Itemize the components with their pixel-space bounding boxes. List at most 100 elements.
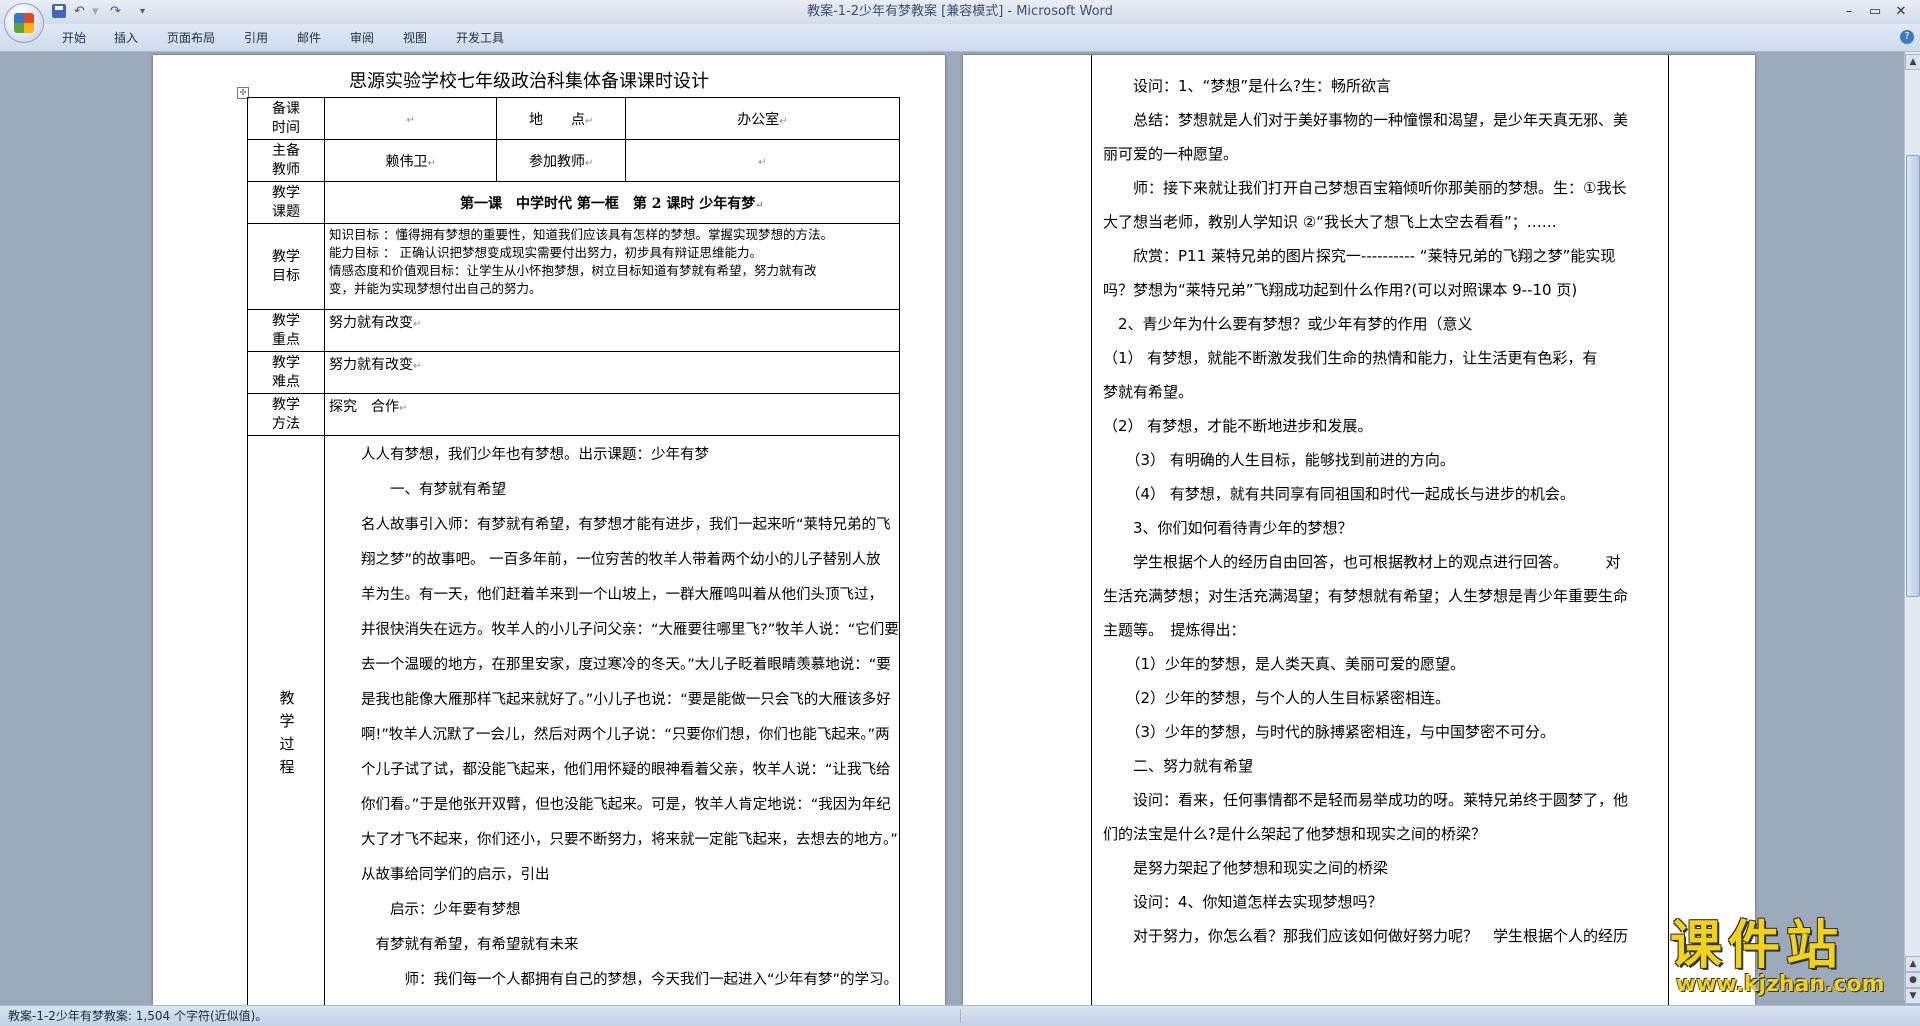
participants-value[interactable]: ↵ — [625, 139, 900, 182]
prep-time-value[interactable]: ↵ — [323, 97, 498, 140]
text-line: 设问：4、你知道怎样去实现梦想吗？ — [1103, 893, 1383, 911]
text-line: （1）少年的梦想，是人类天真、美丽可爱的愿望。 — [1103, 655, 1466, 673]
lesson-plan-table: 备课 时间 ↵ 地 点↵ 办公室↵ 主备 教师 赖伟卫↵ 参加教师↵ ↵ 教学 … — [247, 97, 900, 1005]
text-line: 对于努力，你怎么看？那我们应该如何做好努力呢？ 学生根据个人的经历 — [1103, 927, 1629, 945]
table-row: 备课 时间 ↵ 地 点↵ 办公室↵ — [247, 97, 900, 140]
window-controls: – ▭ ✕ — [1836, 0, 1914, 24]
cell-text: 努力就有改变 — [329, 357, 413, 373]
text-line: 2、青少年为什么要有梦想？或少年有梦的作用（意义 — [1103, 315, 1473, 333]
close-button[interactable]: ✕ — [1888, 2, 1914, 24]
method-label: 教学 方法 — [247, 393, 325, 436]
cell-text: 教学过程 — [277, 689, 296, 782]
status-word-count[interactable]: 教案-1-2少年有梦教案: 1,504 个字符(近似值)。 — [8, 1009, 267, 1023]
paragraph-mark-icon: ↵ — [758, 156, 767, 168]
cell-text: 地 点 — [528, 111, 585, 128]
goals-label: 教学 目标 — [247, 223, 325, 310]
help-icon[interactable]: ? — [1900, 30, 1914, 44]
difficulty-value[interactable]: 努力就有改变↵ — [324, 351, 900, 394]
previous-page-icon[interactable]: ▲ — [1905, 956, 1920, 972]
process-line: 有梦就有希望，有希望就有未来 — [361, 937, 579, 953]
text-line: 们的法宝是什么?是什么架起了他梦想和现实之间的桥梁？ — [1103, 825, 1486, 843]
text-line: 欣赏：P11 莱特兄弟的图片探究一---------- “莱特兄弟的飞翔之梦”能… — [1103, 247, 1616, 265]
cell-text: 备课 时间 — [272, 100, 300, 136]
maximize-button[interactable]: ▭ — [1862, 2, 1888, 24]
tab-mailings[interactable]: 邮件 — [297, 30, 321, 46]
key-points-value[interactable]: 努力就有改变↵ — [324, 309, 900, 352]
cell-text: 参加教师 — [528, 153, 585, 170]
scrollbar-thumb[interactable] — [1906, 155, 1920, 597]
text-line: 大了想当老师，教别人学知识 ②“我长大了想飞上太空去看看”；…… — [1103, 213, 1557, 231]
tab-review[interactable]: 审阅 — [350, 30, 374, 46]
paragraph-mark-icon: ↵ — [779, 115, 788, 127]
goals-value[interactable]: 知识目标 ：懂得拥有梦想的重要性，知道我们应该具有怎样的梦想。掌握实现梦想的方法… — [324, 223, 900, 310]
cell-text: 赖伟卫 — [385, 153, 428, 170]
process-line: 你们看。”于是他张开双臂，但也没能飞起来。可是，牧羊人肯定地说：“我因为年纪 — [361, 797, 891, 813]
paragraph-mark-icon: ↵ — [399, 403, 408, 414]
tab-page-layout[interactable]: 页面布局 — [167, 30, 215, 46]
cell-text: 努力就有改变 — [329, 315, 413, 331]
table-row: 教学 课题 第一课 中学时代 第一框 第 2 课时 少年有梦↵ — [247, 181, 900, 224]
process-line: 啊!”牧羊人沉默了一会儿，然后对两个儿子说：“只要你们想，你们也能飞起来。”两 — [361, 727, 890, 743]
watermark-url: www.kjzhan.com — [1676, 972, 1885, 997]
table-row: 教学过程 人人有梦想，我们少年也有梦想。出示课题：少年有梦 一、有梦就有希望 名… — [247, 435, 900, 1005]
document-page-1[interactable]: 思源实验学校七年级政治科集体备课课时设计 ✣ 备课 时间 ↵ 地 点↵ 办公室↵… — [153, 55, 945, 1005]
location-label: 地 点↵ — [496, 97, 627, 140]
text-line: 是努力架起了他梦想和现实之间的桥梁 — [1103, 859, 1389, 877]
text-line: 学生根据个人的经历自由回答，也可根据教材上的观点进行回答。 对 — [1103, 553, 1621, 571]
goal-attitude: 情感态度和价值观目标：让学生从小怀抱梦想，树立目标知道有梦就有希望，努力就有改 — [329, 263, 817, 278]
process-line: 大了才飞不起来，你们还小，只要不断努力，将来就一定能飞起来，去想去的地方。” — [361, 832, 898, 848]
office-button[interactable] — [4, 3, 44, 43]
text-line: （2）少年的梦想，与个人的人生目标紧密相连。 — [1103, 689, 1451, 707]
document-page-2[interactable]: 设问：1、“梦想”是什么?生：畅所欲言 总结：梦想就是人们对于美好事物的一种憧憬… — [963, 55, 1755, 1005]
table-row: 教学 方法 探究 合作↵ — [247, 393, 900, 436]
process-line: 羊为生。有一天，他们赶着羊来到一个山坡上，一群大雁鸣叫着从他们头顶飞过， — [361, 587, 883, 603]
text-line: 梦就有希望。 — [1103, 383, 1194, 401]
office-logo-icon — [14, 13, 34, 33]
text-line: 主题等。 提炼得出： — [1103, 621, 1246, 639]
topic-value[interactable]: 第一课 中学时代 第一框 第 2 课时 少年有梦↵ — [324, 181, 900, 224]
text-line: 总结：梦想就是人们对于美好事物的一种憧憬和渴望，是少年天真无邪、美 — [1103, 111, 1629, 129]
paragraph-mark-icon: ↵ — [584, 157, 594, 169]
paragraph-mark-icon: ↵ — [413, 361, 422, 372]
prep-time-label: 备课 时间 — [247, 97, 325, 140]
process-line: 从故事给同学们的启示，引出 — [361, 867, 550, 883]
process-line: 去一个温暖的地方，在那里安家，度过寒冷的冬天。”大儿子眨着眼睛羡慕地说：“要 — [361, 657, 891, 673]
tab-developer[interactable]: 开发工具 — [456, 30, 504, 46]
table-row: 教学 重点 努力就有改变↵ — [247, 309, 900, 352]
method-value[interactable]: 探究 合作↵ — [324, 393, 900, 436]
text-line: 丽可爱的一种愿望。 — [1103, 145, 1239, 163]
window-title: 教案-1-2少年有梦教案 [兼容模式] - Microsoft Word — [807, 4, 1113, 19]
text-line: 生活充满梦想；对生活充满渴望；有梦想就有希望；人生梦想是青少年重要生命 — [1103, 587, 1629, 605]
text-line: （3）少年的梦想，与时代的脉搏紧密相连，与中国梦密不可分。 — [1103, 723, 1556, 741]
text-line: 3、你们如何看待青少年的梦想？ — [1103, 519, 1353, 537]
location-value[interactable]: 办公室↵ — [625, 97, 900, 140]
next-page-icon[interactable]: ▼ — [1905, 988, 1920, 1004]
tab-view[interactable]: 视图 — [403, 30, 427, 46]
process-line: 名人故事引入师：有梦就有希望，有梦想才能有进步，我们一起来听“莱特兄弟的飞 — [361, 517, 891, 533]
minimize-button[interactable]: – — [1836, 2, 1862, 24]
cell-text: 教学 目标 — [272, 248, 300, 284]
tab-insert[interactable]: 插入 — [114, 30, 138, 46]
page-2-text: 设问：1、“梦想”是什么?生：畅所欲言 总结：梦想就是人们对于美好事物的一种憧憬… — [1103, 69, 1663, 953]
process-line: 人人有梦想，我们少年也有梦想。出示课题：少年有梦 — [361, 447, 709, 463]
goal-attitude-cont: 变，并能为实现梦想付出自己的努力。 — [329, 281, 542, 296]
browse-object-icon[interactable]: ● — [1905, 972, 1920, 988]
process-line: 是我也能像大雁那样飞起来就好了。”小儿子也说：“要是能做一只会飞的大雁该多好 — [361, 692, 891, 708]
cell-text: 探究 合作 — [329, 399, 399, 415]
text-line: （1） 有梦想，就能不断激发我们生命的热情和能力，让生活更有色彩，有 — [1103, 349, 1598, 367]
title-bar: ↶ ▾ ↷ ▾ 教案-1-2少年有梦教案 [兼容模式] - Microsoft … — [0, 0, 1920, 43]
paragraph-mark-icon: ↵ — [755, 199, 764, 211]
cell-text: 教学 重点 — [272, 312, 300, 348]
process-value[interactable]: 人人有梦想，我们少年也有梦想。出示课题：少年有梦 一、有梦就有希望 名人故事引入… — [324, 435, 900, 1005]
paragraph-mark-icon: ↵ — [584, 115, 594, 127]
lead-teacher-value[interactable]: 赖伟卫↵ — [323, 139, 498, 182]
page-title: 思源实验学校七年级政治科集体备课课时设计 — [349, 71, 709, 92]
watermark-logo: 课件站 — [1670, 916, 1845, 976]
process-line: 并很快消失在远方。牧羊人的小儿子问父亲：“大雁要往哪里飞?”牧羊人说：“它们要 — [361, 622, 899, 638]
scroll-up-icon[interactable]: ▲ — [1905, 54, 1920, 70]
table-row: 教学 目标 知识目标 ：懂得拥有梦想的重要性，知道我们应该具有怎样的梦想。掌握实… — [247, 223, 900, 310]
process-line: 翔之梦”的故事吧。 一百多年前，一位穷苦的牧羊人带着两个幼小的儿子替别人放 — [361, 552, 881, 568]
text-line: 二、努力就有希望 — [1103, 757, 1254, 775]
tab-home[interactable]: 开始 — [62, 30, 86, 46]
tab-references[interactable]: 引用 — [244, 30, 268, 46]
